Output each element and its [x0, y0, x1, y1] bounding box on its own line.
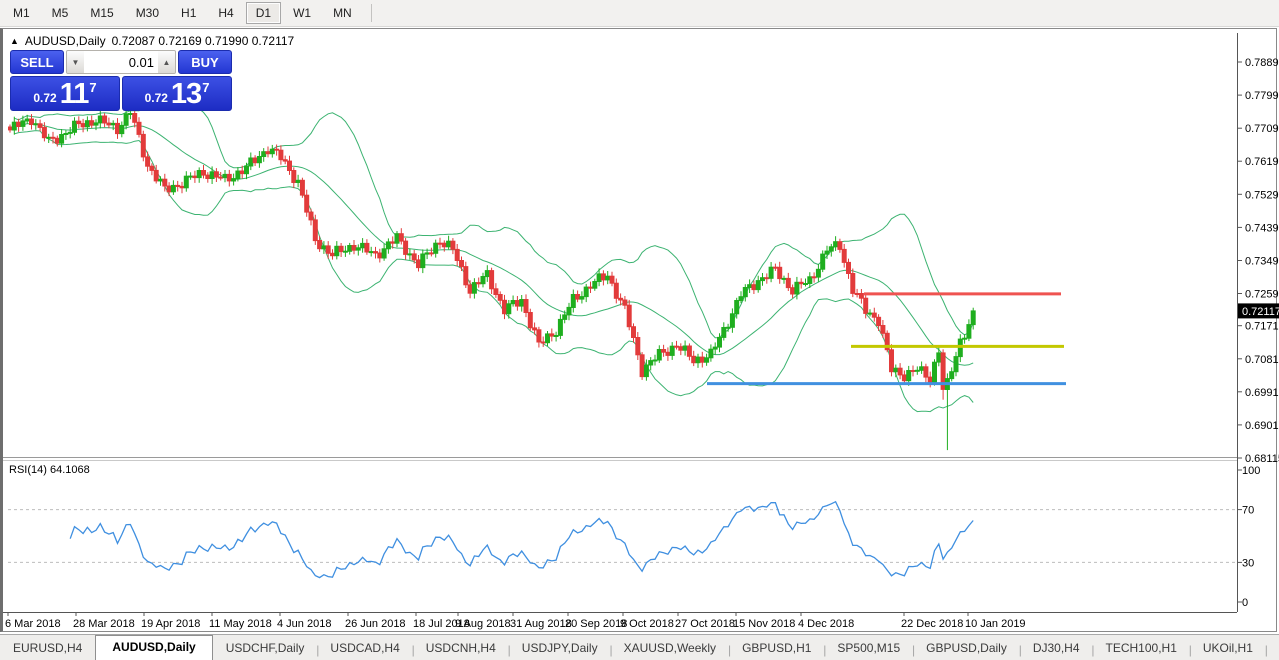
- chart-tab-usdchf-daily[interactable]: USDCHF,Daily |: [213, 637, 320, 660]
- chart-tab-u[interactable]: U: [1266, 637, 1279, 660]
- sell-price-pips: 11: [59, 78, 90, 110]
- chart-tab-audusd-daily[interactable]: AUDUSD,Daily: [95, 635, 213, 660]
- buy-quote-button[interactable]: 0.72 13 7: [122, 76, 232, 111]
- chart-tab-xauusd-weekly[interactable]: XAUUSD,Weekly |: [611, 637, 731, 660]
- chart-tab-gbpusd-h1[interactable]: GBPUSD,H1 |: [729, 637, 826, 660]
- sell-price-point: 7: [89, 80, 97, 95]
- volume-increase-icon[interactable]: ▲: [158, 51, 175, 73]
- chart-tab-sp500-m15[interactable]: SP500,M15 |: [824, 637, 915, 660]
- chart-title: ▲ AUDUSD,Daily 0.72087 0.72169 0.71990 0…: [10, 34, 294, 48]
- volume-stepper: ▼ ▲: [66, 50, 176, 74]
- timeframe-button-d1[interactable]: D1: [245, 2, 282, 24]
- sell-price-prefix: 0.72: [33, 91, 57, 105]
- chart-symbol-icon: ▲: [10, 36, 19, 46]
- buy-price-pips: 13: [170, 78, 202, 110]
- chart-tab-tech100-h1[interactable]: TECH100,H1 |: [1093, 637, 1192, 660]
- toolbar-separator: [370, 4, 372, 22]
- chart-tab-dj30-h4[interactable]: DJ30,H4 |: [1020, 637, 1095, 660]
- timeframe-button-m5[interactable]: M5: [42, 2, 79, 24]
- sell-button[interactable]: SELL: [10, 50, 64, 74]
- timeframe-button-m15[interactable]: M15: [80, 2, 123, 24]
- chart-tab-gbpusd-daily[interactable]: GBPUSD,Daily |: [913, 637, 1022, 660]
- timeframe-toolbar: M1 M5 M15 M30 H1 H4 D1 W1 MN: [0, 0, 1279, 27]
- timeframe-button-w1[interactable]: W1: [283, 2, 321, 24]
- volume-input[interactable]: [84, 51, 158, 73]
- timeframe-button-mn[interactable]: MN: [323, 2, 362, 24]
- chart-tab-usdjpy-daily[interactable]: USDJPY,Daily |: [509, 637, 613, 660]
- buy-price-point: 7: [202, 80, 210, 95]
- chart-title-ohlc: 0.72087 0.72169 0.71990 0.72117: [111, 34, 295, 48]
- chart-tab-eurusd-h4[interactable]: EURUSD,H4: [0, 637, 95, 660]
- one-click-trading-panel: SELL ▼ ▲ BUY 0.72 11 7 0.72 13 7: [10, 50, 232, 111]
- chart-window: [0, 28, 1277, 632]
- chart-tabs-bar: EURUSD,H4 AUDUSD,Daily USDCHF,Daily | USDCAD…: [0, 634, 1279, 660]
- volume-decrease-icon[interactable]: ▼: [67, 51, 84, 73]
- chart-title-symbol: AUDUSD,Daily: [24, 34, 106, 48]
- timeframe-button-m30[interactable]: M30: [126, 2, 169, 24]
- chart-tab-usdcnh-h4[interactable]: USDCNH,H4 |: [413, 637, 511, 660]
- timeframe-button-h1[interactable]: H1: [171, 2, 206, 24]
- buy-price-prefix: 0.72: [144, 91, 168, 105]
- timeframe-button-h4[interactable]: H4: [208, 2, 243, 24]
- chart-tab-ukoil-h1[interactable]: UKOil,H1 |: [1190, 637, 1268, 660]
- chart-tab-usdcad-h4[interactable]: USDCAD,H4 |: [317, 637, 414, 660]
- buy-button[interactable]: BUY: [178, 50, 232, 74]
- rsi-indicator-label: RSI(14) 64.1068: [9, 464, 90, 476]
- timeframe-button-m1[interactable]: M1: [3, 2, 40, 24]
- sell-quote-button[interactable]: 0.72 11 7: [10, 76, 120, 111]
